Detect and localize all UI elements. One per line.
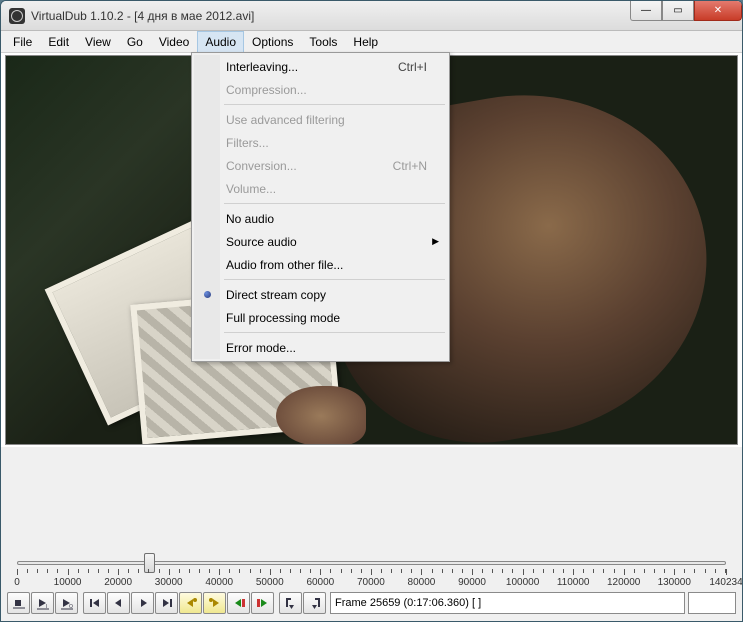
menu-adv-filtering[interactable]: Use advanced filtering	[194, 108, 447, 131]
menu-audio[interactable]: Audio	[197, 31, 244, 52]
go-end-button[interactable]	[155, 592, 178, 614]
menu-edit[interactable]: Edit	[40, 31, 77, 52]
menu-item-label: Error mode...	[226, 341, 447, 355]
status-extra	[688, 592, 736, 614]
audio-dropdown: Interleaving... Ctrl+I Compression... Us…	[191, 52, 450, 362]
close-button[interactable]: ✕	[694, 1, 742, 21]
key-prev-button[interactable]	[179, 592, 202, 614]
transport-toolbar: I O Frame 25659 (0:17:06.360) [ ]	[7, 591, 736, 615]
menu-item-label: Filters...	[226, 136, 447, 150]
menu-item-label: No audio	[226, 212, 447, 226]
lower-panel: 0 10000 20000 30000 40000 50000 60000 70000 8000…	[1, 447, 742, 621]
go-begin-button[interactable]	[83, 592, 106, 614]
tick-label: 140234	[709, 577, 742, 588]
stop-button[interactable]	[7, 592, 30, 614]
step-back-button[interactable]	[107, 592, 130, 614]
tick-label: 90000	[458, 577, 486, 588]
menu-interleaving[interactable]: Interleaving... Ctrl+I	[194, 55, 447, 78]
menu-go[interactable]: Go	[119, 31, 151, 52]
step-fwd-button[interactable]	[131, 592, 154, 614]
menu-item-label: Source audio	[226, 235, 447, 249]
tick-label: 60000	[306, 577, 334, 588]
menu-item-label: Compression...	[226, 83, 447, 97]
maximize-button[interactable]: ▭	[662, 1, 694, 21]
menu-conversion[interactable]: Conversion... Ctrl+N	[194, 154, 447, 177]
tick-label: 40000	[205, 577, 233, 588]
tick-label: 120000	[607, 577, 640, 588]
minimize-button[interactable]: —	[630, 1, 662, 21]
submenu-arrow-icon: ▶	[432, 236, 439, 247]
tick-label: 130000	[658, 577, 691, 588]
menu-item-label: Conversion...	[226, 159, 393, 173]
menu-item-label: Direct stream copy	[226, 288, 447, 302]
tick-label: 100000	[506, 577, 539, 588]
menu-item-label: Full processing mode	[226, 311, 447, 325]
menu-help[interactable]: Help	[345, 31, 386, 52]
titlebar[interactable]: VirtualDub 1.10.2 - [4 дня в мае 2012.av…	[1, 1, 742, 31]
menu-compression[interactable]: Compression...	[194, 78, 447, 101]
scene-prev-button[interactable]	[227, 592, 250, 614]
key-next-button[interactable]	[203, 592, 226, 614]
radio-selected-icon	[204, 291, 211, 298]
menu-separator	[224, 332, 445, 333]
menu-audio-other-file[interactable]: Audio from other file...	[194, 253, 447, 276]
menu-volume[interactable]: Volume...	[194, 177, 447, 200]
tick-label: 10000	[54, 577, 82, 588]
menu-source-audio[interactable]: Source audio ▶	[194, 230, 447, 253]
tick-label: 30000	[155, 577, 183, 588]
menu-separator	[224, 279, 445, 280]
menu-item-accel: Ctrl+I	[398, 60, 447, 74]
menu-filters[interactable]: Filters...	[194, 131, 447, 154]
play-input-button[interactable]: I	[31, 592, 54, 614]
video-frame-content	[276, 386, 366, 445]
menu-separator	[224, 104, 445, 105]
tick-label: 50000	[256, 577, 284, 588]
menu-item-accel: Ctrl+N	[393, 159, 447, 173]
tick-label: 110000	[557, 577, 590, 588]
window-buttons: — ▭ ✕	[630, 1, 742, 21]
menu-video[interactable]: Video	[151, 31, 197, 52]
tick-label: 70000	[357, 577, 385, 588]
menu-item-label: Audio from other file...	[226, 258, 447, 272]
menu-item-label: Use advanced filtering	[226, 113, 447, 127]
menu-tools[interactable]: Tools	[301, 31, 345, 52]
menu-separator	[224, 203, 445, 204]
menu-full-processing[interactable]: Full processing mode	[194, 306, 447, 329]
tick-label: 20000	[104, 577, 132, 588]
play-output-button[interactable]: O	[55, 592, 78, 614]
mark-out-button[interactable]	[303, 592, 326, 614]
menu-item-label: Volume...	[226, 182, 447, 196]
window-title: VirtualDub 1.10.2 - [4 дня в мае 2012.av…	[31, 9, 254, 23]
menu-no-audio[interactable]: No audio	[194, 207, 447, 230]
scene-next-button[interactable]	[251, 592, 274, 614]
output-pane	[7, 447, 736, 543]
mark-in-button[interactable]	[279, 592, 302, 614]
timeline[interactable]: 0 10000 20000 30000 40000 50000 60000 70000 8000…	[7, 551, 736, 591]
menu-view[interactable]: View	[77, 31, 119, 52]
app-icon	[9, 8, 25, 24]
timeline-track[interactable]	[17, 561, 726, 565]
tick-label: 0	[14, 577, 20, 588]
tick-mark	[726, 569, 727, 575]
tick-label: 80000	[408, 577, 436, 588]
menu-file[interactable]: File	[5, 31, 40, 52]
status-bar: Frame 25659 (0:17:06.360) [ ]	[330, 592, 685, 614]
menu-options[interactable]: Options	[244, 31, 301, 52]
menu-item-label: Interleaving...	[226, 60, 398, 74]
menu-direct-stream-copy[interactable]: Direct stream copy	[194, 283, 447, 306]
menu-error-mode[interactable]: Error mode...	[194, 336, 447, 359]
app-window: VirtualDub 1.10.2 - [4 дня в мае 2012.av…	[0, 0, 743, 622]
timeline-ticks	[17, 569, 726, 575]
menubar: File Edit View Go Video Audio Options To…	[1, 31, 742, 53]
